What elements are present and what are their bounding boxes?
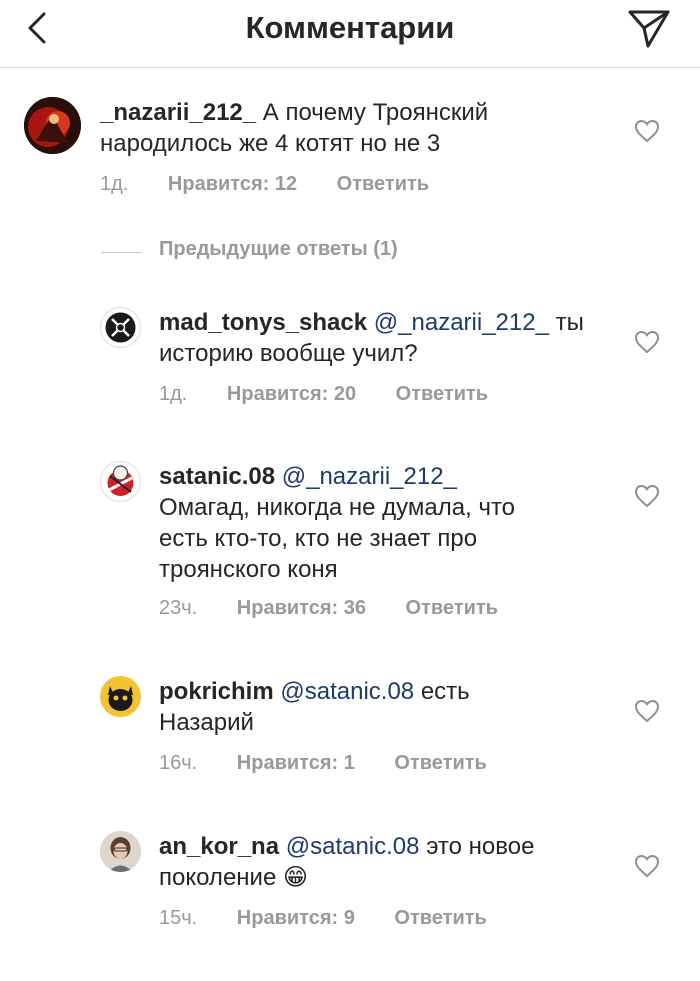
reply-comment: mad_tonys_shack @_nazarii_212_ ты истори… [0, 307, 700, 417]
divider [101, 252, 141, 253]
heart-icon[interactable] [634, 484, 660, 508]
page-title: Комментарии [245, 10, 455, 45]
avatar-image [105, 312, 136, 343]
heart-icon[interactable] [634, 330, 660, 354]
previous-replies-label: Предыдущие ответы (1) [159, 238, 398, 260]
avatar[interactable] [100, 831, 141, 872]
avatar-image [100, 831, 141, 872]
comment-username[interactable]: mad_tonys_shack [159, 309, 367, 336]
avatar[interactable] [100, 307, 141, 348]
reply-comment: an_kor_na @satanic.08 это новое поколени… [0, 831, 700, 941]
reply-button[interactable]: Ответить [406, 597, 498, 620]
comment-meta: 1д. Нравится: 20 Ответить [159, 383, 522, 406]
mention-link[interactable]: @_nazarii_212_ [374, 309, 549, 336]
reply-button[interactable]: Ответить [396, 383, 488, 406]
avatar[interactable] [100, 676, 141, 717]
reply-button[interactable]: Ответить [394, 907, 486, 930]
mention-link[interactable]: @satanic.08 [280, 678, 414, 705]
comment-text: pokrichim @satanic.08 есть Назарий [159, 676, 559, 738]
avatar[interactable] [100, 461, 141, 502]
comment-time: 1д. [159, 383, 188, 405]
comment-username[interactable]: _nazarii_212_ [100, 99, 256, 126]
comment-text: satanic.08 @_nazarii_212_ Омагад, никогд… [159, 461, 559, 585]
avatar-image [100, 676, 141, 717]
likes-count[interactable]: Нравится: 1 [237, 752, 355, 775]
comment-meta: 15ч. Нравится: 9 Ответить [159, 907, 521, 930]
likes-count[interactable]: Нравится: 20 [227, 383, 356, 406]
avatar-image [24, 97, 81, 154]
comment-meta: 1д. Нравится: 12 Ответить [100, 173, 463, 196]
heart-icon[interactable] [634, 699, 660, 723]
comment-username[interactable]: pokrichim [159, 678, 274, 705]
comment-time: 15ч. [159, 907, 198, 929]
avatar[interactable] [24, 97, 81, 154]
comment-meta: 16ч. Нравится: 1 Ответить [159, 752, 521, 775]
likes-count[interactable]: Нравится: 12 [168, 173, 297, 196]
reply-comment: satanic.08 @_nazarii_212_ Омагад, никогд… [0, 461, 700, 631]
comment-time: 16ч. [159, 752, 198, 774]
comment-text: _nazarii_212_ А почему Троянский народил… [100, 97, 550, 159]
comment-body: Омагад, никогда не думала, что есть кто-… [159, 494, 516, 583]
main-comment: _nazarii_212_ А почему Троянский народил… [0, 97, 700, 207]
comment-time: 1д. [100, 173, 129, 195]
mention-link[interactable]: @satanic.08 [286, 833, 420, 860]
heart-icon[interactable] [634, 119, 660, 143]
header-bar: Комментарии [0, 0, 700, 68]
comment-username[interactable]: an_kor_na [159, 833, 279, 860]
reply-comment: pokrichim @satanic.08 есть Назарий 16ч. … [0, 676, 700, 786]
grinning-emoji: 😁 [282, 864, 308, 891]
reply-button[interactable]: Ответить [394, 752, 486, 775]
mention-link[interactable]: @_nazarii_212_ [282, 463, 457, 490]
avatar-image [107, 465, 134, 496]
paper-plane-icon[interactable] [626, 6, 672, 50]
reply-button[interactable]: Ответить [337, 173, 429, 196]
comment-username[interactable]: satanic.08 [159, 463, 275, 490]
comment-text: mad_tonys_shack @_nazarii_212_ ты истори… [159, 307, 599, 369]
likes-count[interactable]: Нравится: 36 [237, 597, 366, 620]
comment-time: 23ч. [159, 597, 198, 619]
likes-count[interactable]: Нравится: 9 [237, 907, 355, 930]
heart-icon[interactable] [634, 854, 660, 878]
comment-meta: 23ч. Нравится: 36 Ответить [159, 597, 532, 620]
comment-text: an_kor_na @satanic.08 это новое поколени… [159, 831, 589, 893]
